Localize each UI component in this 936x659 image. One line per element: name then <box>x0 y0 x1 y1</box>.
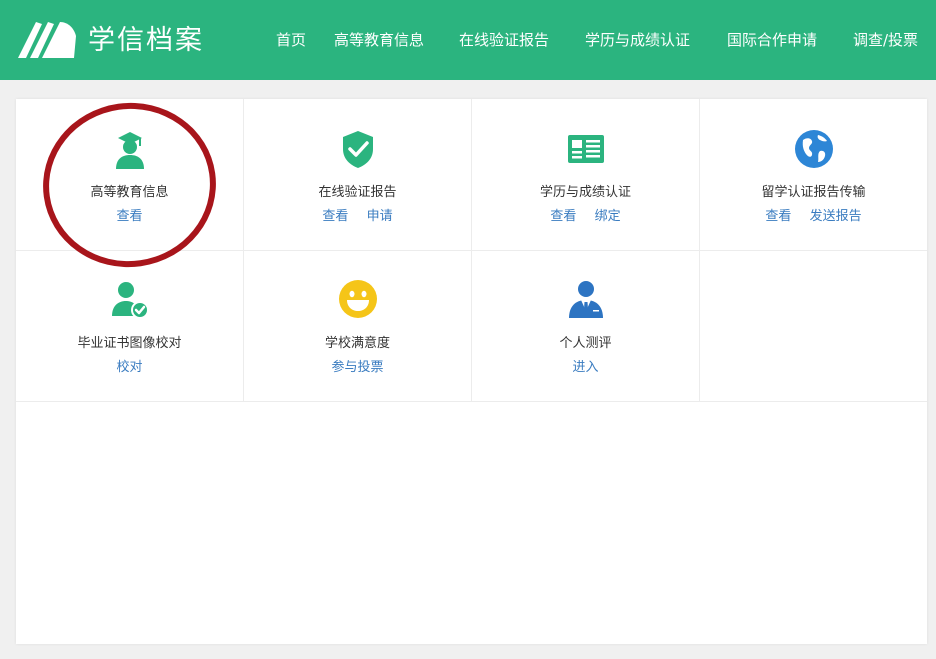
tile-title: 个人测评 <box>559 336 612 351</box>
tile-online-verification[interactable]: 在线验证报告 查看 申请 <box>244 99 471 250</box>
tile-study-abroad-transfer[interactable]: 留学认证报告传输 查看 发送报告 <box>700 99 927 250</box>
nav-item-online-verification[interactable]: 在线验证报告 <box>459 30 549 50</box>
person-tie-icon <box>569 281 603 318</box>
certificate-icon <box>568 135 604 163</box>
tile-links: 查看 绑定 <box>472 208 699 226</box>
tile-links: 进入 <box>472 359 699 377</box>
tile-title: 毕业证书图像校对 <box>77 336 182 351</box>
view-link[interactable]: 查看 <box>322 209 348 224</box>
enter-link[interactable]: 进入 <box>572 360 598 375</box>
vote-link[interactable]: 参与投票 <box>331 360 383 375</box>
tile-title: 学历与成绩认证 <box>539 185 631 200</box>
nav-item-survey-vote[interactable]: 调查/投票 <box>853 30 918 50</box>
bind-link[interactable]: 绑定 <box>595 209 621 224</box>
apply-link[interactable]: 申请 <box>367 209 393 224</box>
user-check-icon <box>112 282 149 319</box>
tile-title: 学校满意度 <box>324 336 390 351</box>
header-bar: 学信档案 首页 高等教育信息 在线验证报告 学历与成绩认证 国际合作申请 调查/… <box>0 0 936 80</box>
tile-diploma-image-check[interactable]: 毕业证书图像校对 校对 <box>16 251 243 402</box>
tile-links: 查看 申请 <box>244 208 471 226</box>
tile-personal-assessment[interactable]: 个人测评 进入 <box>472 251 699 402</box>
shield-check-icon <box>343 131 373 168</box>
main-nav: 首页 高等教育信息 在线验证报告 学历与成绩认证 国际合作申请 调查/投票 <box>0 30 936 52</box>
tile-links: 查看 发送报告 <box>700 208 927 226</box>
smiley-icon <box>339 280 377 318</box>
tile-links: 参与投票 <box>244 359 471 377</box>
proofread-link[interactable]: 校对 <box>116 360 142 375</box>
tile-school-satisfaction[interactable]: 学校满意度 参与投票 <box>244 251 471 402</box>
globe-icon <box>795 130 833 168</box>
send-report-link[interactable]: 发送报告 <box>810 209 862 224</box>
tile-title: 在线验证报告 <box>318 185 397 200</box>
view-link[interactable]: 查看 <box>765 209 791 224</box>
nav-item-home[interactable]: 首页 <box>276 30 306 50</box>
nav-item-degree-certification[interactable]: 学历与成绩认证 <box>585 30 690 50</box>
tile-degree-certification[interactable]: 学历与成绩认证 查看 绑定 <box>472 99 699 250</box>
nav-item-higher-education[interactable]: 高等教育信息 <box>334 30 424 50</box>
tile-title: 留学认证报告传输 <box>761 185 866 200</box>
tile-links: 校对 <box>16 359 243 377</box>
view-link[interactable]: 查看 <box>550 209 576 224</box>
nav-item-international[interactable]: 国际合作申请 <box>727 30 817 50</box>
